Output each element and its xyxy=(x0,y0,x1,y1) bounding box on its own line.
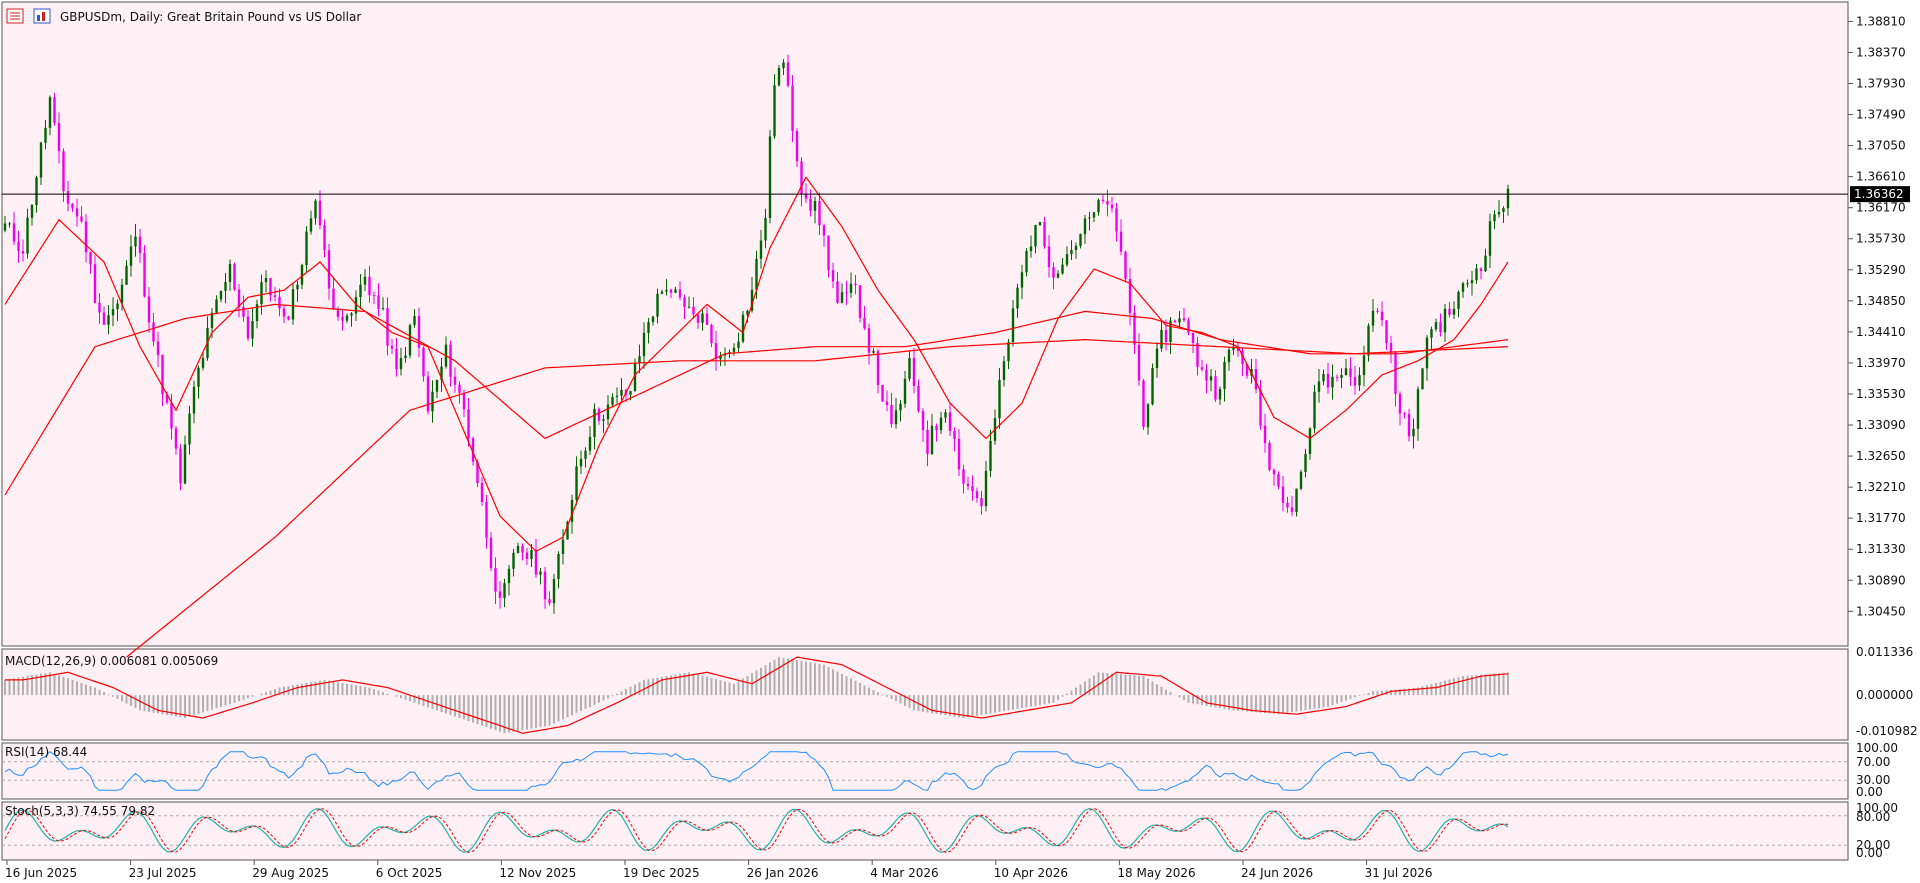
candle xyxy=(489,532,493,572)
chart-grid-icon[interactable] xyxy=(6,8,24,24)
price-tick: 1.37930 xyxy=(1856,77,1906,91)
price-tick: 1.31330 xyxy=(1856,542,1906,556)
date-tick: 19 Dec 2025 xyxy=(623,866,700,880)
price-tick: 1.35290 xyxy=(1856,263,1906,277)
candle xyxy=(1124,250,1127,283)
candle xyxy=(777,65,781,87)
candle xyxy=(233,262,236,291)
symbol-title: GBPUSDm, Daily: xyxy=(60,10,163,24)
date-tick: 18 May 2026 xyxy=(1117,866,1195,880)
time-axis[interactable]: 16 Jun 2025 23 Jul 2025 29 Aug 2025 6 Oct 2… xyxy=(5,860,1433,880)
price-tick: 1.30890 xyxy=(1856,573,1906,587)
price-tick: 1.30450 xyxy=(1856,604,1906,618)
macd-label: MACD(12,26,9) 0.006081 0.005069 xyxy=(5,654,218,668)
price-tick: 1.37050 xyxy=(1856,139,1906,153)
candle xyxy=(426,371,430,415)
stoch-tick: 80.00 xyxy=(1856,810,1890,824)
macd-tick: -0.010982 xyxy=(1856,724,1918,738)
candle xyxy=(881,384,884,402)
chart-bars-icon[interactable] xyxy=(33,8,51,24)
date-tick: 29 Aug 2025 xyxy=(252,866,329,880)
candle xyxy=(1299,469,1303,491)
candle xyxy=(179,444,182,491)
rsi-tick: 0.00 xyxy=(1856,785,1883,799)
date-tick: 24 Jun 2026 xyxy=(1241,866,1313,880)
svg-text:1.36362: 1.36362 xyxy=(1854,187,1904,201)
date-tick: 16 Jun 2025 xyxy=(5,866,77,880)
price-tick: 1.33970 xyxy=(1856,356,1906,370)
candle xyxy=(1142,378,1145,430)
price-tick: 1.34410 xyxy=(1856,325,1906,339)
date-tick: 10 Apr 2026 xyxy=(994,866,1068,880)
candle xyxy=(795,128,799,167)
candle xyxy=(53,92,56,126)
date-tick: 26 Jan 2026 xyxy=(747,866,819,880)
candle xyxy=(408,323,412,359)
date-tick: 6 Oct 2025 xyxy=(376,866,443,880)
price-tick: 1.32650 xyxy=(1856,449,1906,463)
price-tick: 1.33090 xyxy=(1856,418,1906,432)
price-tick: 1.38810 xyxy=(1856,14,1906,28)
candle xyxy=(1421,368,1424,390)
candle xyxy=(1151,363,1154,406)
main-pane[interactable] xyxy=(1,1,1849,647)
candle xyxy=(1268,440,1271,472)
macd-tick: 0.011336 xyxy=(1856,645,1913,659)
price-tick: 1.34850 xyxy=(1856,294,1906,308)
price-tick: 1.37490 xyxy=(1856,108,1906,122)
price-tick: 1.35730 xyxy=(1856,232,1906,246)
candle xyxy=(1313,385,1316,433)
trading-chart[interactable]: GBPUSDm, Daily: Great Britain Pound vs U… xyxy=(0,0,1920,883)
candle xyxy=(1025,248,1028,277)
stoch-tick: 0.00 xyxy=(1856,846,1883,860)
date-tick: 12 Nov 2025 xyxy=(499,866,576,880)
price-tick: 1.36610 xyxy=(1856,170,1906,184)
rsi-tick: 100.00 xyxy=(1856,741,1898,755)
price-axis[interactable]: 1.38810 1.38370 1.37930 1.37490 1.37050 1.366… xyxy=(1848,14,1906,618)
stoch-pane[interactable] xyxy=(1,801,1849,861)
date-tick: 23 Jul 2025 xyxy=(129,866,197,880)
rsi-label: RSI(14) 68.44 xyxy=(5,745,87,759)
macd-tick: 0.000000 xyxy=(1856,688,1913,702)
candle xyxy=(768,130,772,224)
date-tick: 4 Mar 2026 xyxy=(870,866,938,880)
rsi-tick: 70.00 xyxy=(1856,755,1890,769)
candle xyxy=(741,310,745,344)
price-tick: 1.33530 xyxy=(1856,387,1906,401)
date-tick: 31 Jul 2026 xyxy=(1365,866,1433,880)
price-tick: 1.31770 xyxy=(1856,511,1906,525)
indicator-axes: 0.0113360.000000-0.010982100.0070.0030.0… xyxy=(1856,645,1918,860)
candle xyxy=(858,284,862,323)
candle xyxy=(305,226,308,272)
price-tick: 1.38370 xyxy=(1856,45,1906,59)
symbol-description: Great Britain Pound vs US Dollar xyxy=(167,10,361,24)
price-tick: 1.36170 xyxy=(1856,201,1906,215)
price-tick: 1.32210 xyxy=(1856,480,1906,494)
stoch-label: Stoch(5,3,3) 74.55 79.82 xyxy=(5,804,155,818)
